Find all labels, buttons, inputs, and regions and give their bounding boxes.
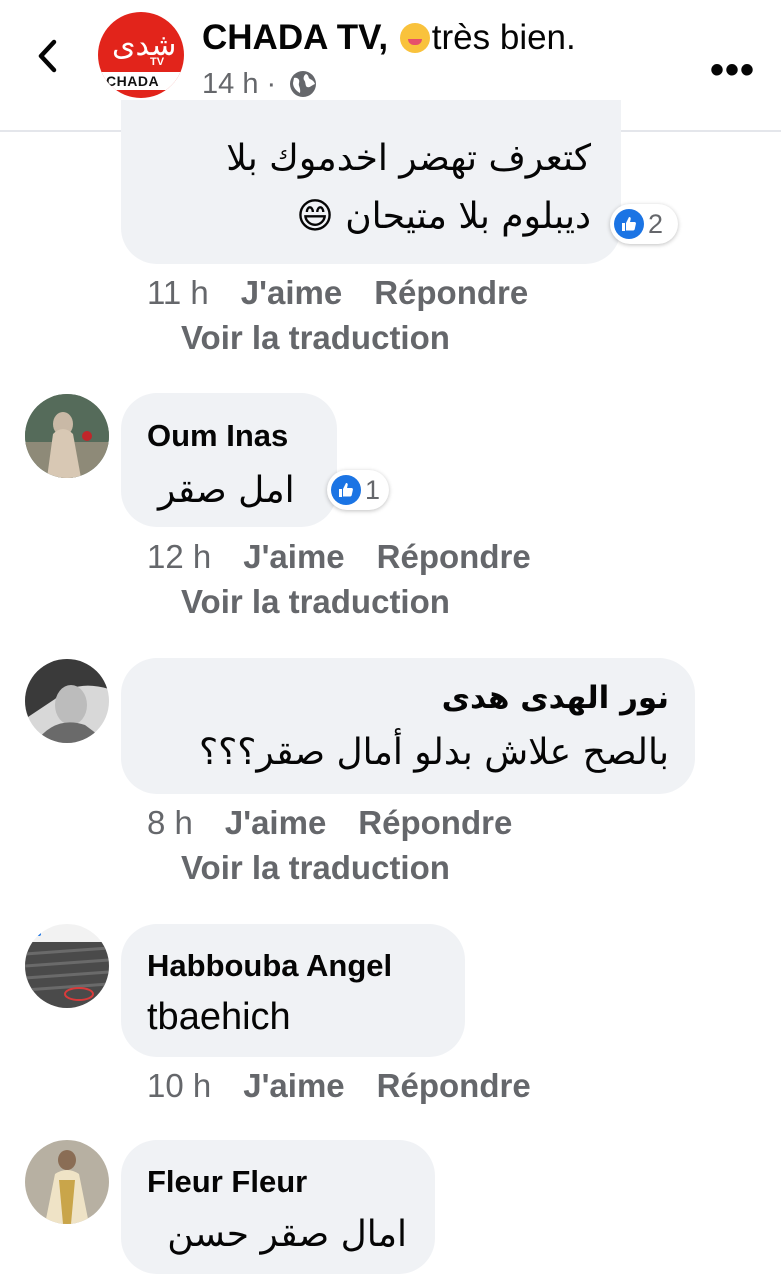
comment-actions: 10 h J'aime Répondre	[147, 1067, 531, 1105]
comment-bubble	[121, 658, 695, 794]
avatar-logo-tv: TV	[150, 56, 165, 68]
comment-time[interactable]: 12 h	[147, 538, 211, 576]
comment-author[interactable]: Habbouba Angel	[147, 948, 392, 984]
chevron-left-icon	[38, 39, 57, 73]
comment-author[interactable]: Oum Inas	[147, 418, 288, 454]
more-options-button[interactable]: •••	[710, 48, 755, 93]
reply-button[interactable]: Répondre	[377, 1067, 531, 1105]
post-time[interactable]: 14 h	[202, 68, 258, 100]
meta-separator: ·	[266, 68, 277, 100]
comment-text-line: بالصح علاش بدلو أمال صقر؟؟؟	[199, 732, 669, 773]
feeling-emoji-icon	[399, 23, 430, 53]
reaction-count: 2	[648, 208, 664, 239]
avatar-logo-band: CHADA	[98, 72, 184, 90]
comment-author[interactable]: Fleur Fleur	[147, 1164, 307, 1200]
like-button[interactable]: J'aime	[241, 274, 342, 312]
comment-actions: 12 h J'aime Répondre	[147, 538, 531, 576]
page-title[interactable]: CHADA TV, très bien.	[202, 18, 576, 58]
reaction-summary[interactable]: 1	[327, 470, 389, 510]
reaction-count: 1	[365, 474, 381, 505]
see-translation-link[interactable]: Voir la traduction	[181, 583, 450, 621]
post-meta: 14 h ·	[202, 68, 318, 101]
like-button[interactable]: J'aime	[243, 538, 344, 576]
page-name[interactable]: CHADA TV,	[202, 18, 388, 57]
back-button[interactable]	[30, 36, 70, 76]
comment-text-line: كتعرف تهضر اخدموك بلا	[226, 138, 591, 179]
avatar[interactable]	[25, 1140, 109, 1224]
avatar-logo-arabic: شدى	[112, 28, 177, 63]
comment-author[interactable]: نور الهدى هدى	[442, 680, 669, 716]
comment-text-line: ديبلوم بلا متيحان 😄	[296, 196, 591, 237]
comment-actions: 8 h J'aime Répondre	[147, 804, 512, 842]
page-avatar[interactable]: شدى TV CHADA	[98, 12, 184, 98]
reaction-summary[interactable]: 2	[610, 204, 678, 244]
like-button[interactable]: J'aime	[243, 1067, 344, 1105]
comment-actions: 11 h J'aime Répondre	[147, 274, 528, 312]
like-button[interactable]: J'aime	[225, 804, 326, 842]
comment-bubble	[121, 100, 621, 264]
like-reaction-icon	[331, 475, 361, 505]
feeling-text: très bien.	[431, 18, 576, 57]
avatar-logo-text: CHADA	[106, 73, 160, 89]
like-reaction-icon	[614, 209, 644, 239]
comment-time[interactable]: 8 h	[147, 804, 193, 842]
comment-time[interactable]: 11 h	[147, 274, 209, 312]
see-translation-link[interactable]: Voir la traduction	[181, 849, 450, 887]
comment-time[interactable]: 10 h	[147, 1067, 211, 1105]
comment-text-line: tbaehich	[147, 996, 291, 1038]
reply-button[interactable]: Répondre	[374, 274, 528, 312]
avatar[interactable]	[25, 924, 109, 1008]
reply-button[interactable]: Répondre	[358, 804, 512, 842]
globe-icon	[290, 71, 317, 97]
avatar[interactable]	[25, 394, 109, 478]
avatar[interactable]	[25, 659, 109, 743]
reply-button[interactable]: Répondre	[377, 538, 531, 576]
comment-text-line: امال صقر حسن	[167, 1214, 407, 1255]
comment-text-line: امل صقر	[158, 470, 295, 511]
see-translation-link[interactable]: Voir la traduction	[181, 319, 450, 357]
